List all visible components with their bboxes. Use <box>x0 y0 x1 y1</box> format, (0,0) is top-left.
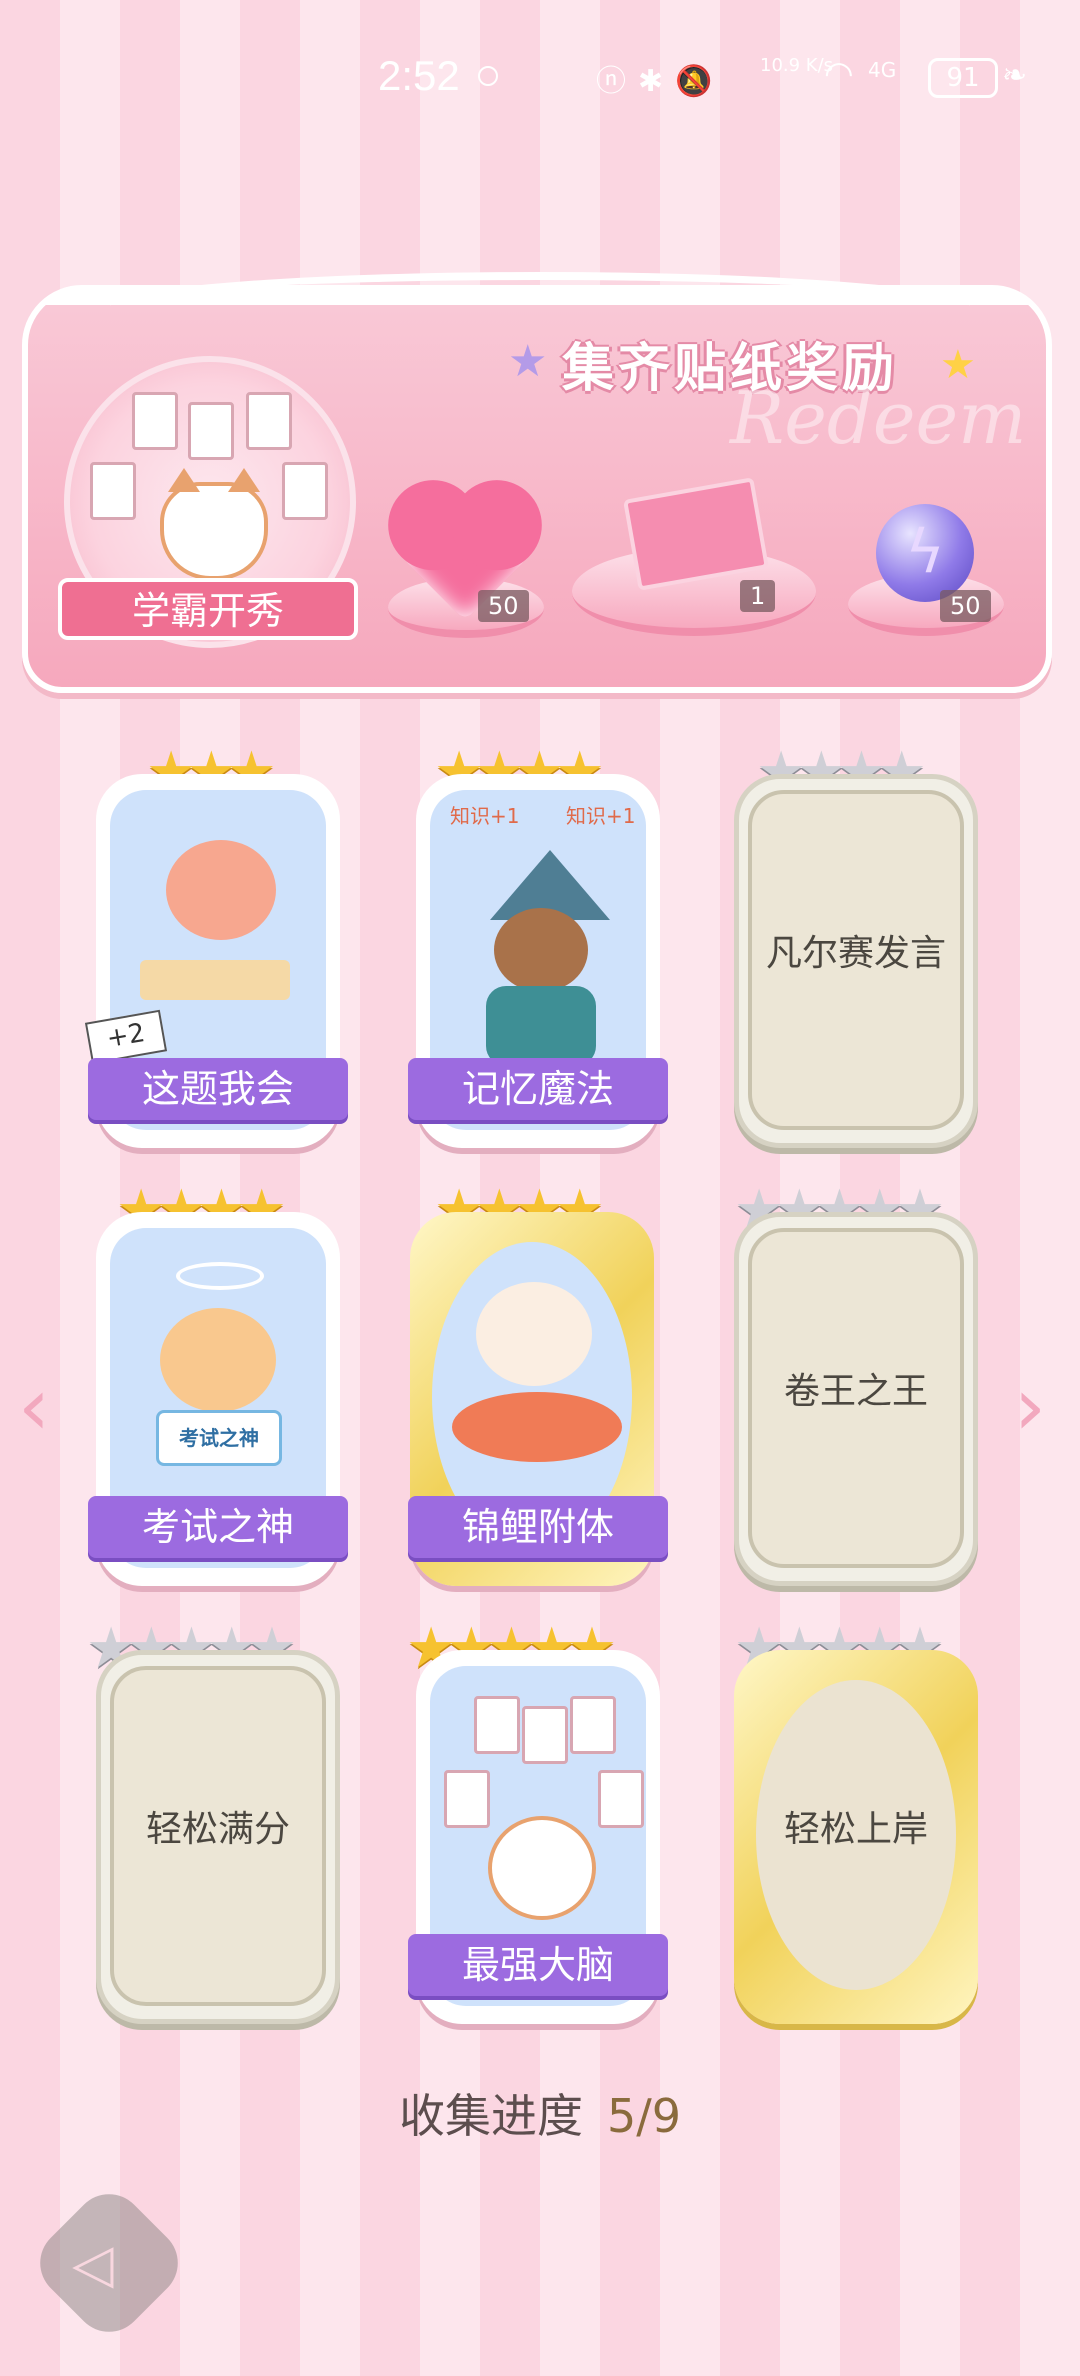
reward-count: 50 <box>478 590 529 622</box>
sticker-name: 凡尔赛发言 <box>765 933 946 974</box>
angel-cat-icon <box>160 1308 276 1412</box>
sticker-name: 记忆魔法 <box>408 1058 668 1120</box>
exam-sign: 考试之神 <box>156 1410 282 1466</box>
sticker-card[interactable]: +2 这题我会 <box>84 774 348 1148</box>
knowledge-tag: 知识+1 <box>566 804 636 828</box>
status-bar: 2:52 ⓝ✱🔕 10.9 K/s ◠ 4G 91 ❧ <box>0 0 1080 150</box>
sticker-card-locked[interactable]: 轻松满分 <box>96 1650 340 2024</box>
sticker-card[interactable]: 知识+1 知识+1 记忆魔法 <box>408 774 668 1148</box>
otter-wizard-icon <box>494 908 588 992</box>
back-arrow-icon: ◁ <box>72 2232 114 2295</box>
paper-icon <box>132 392 178 450</box>
sticker-name: 考试之神 <box>88 1496 348 1558</box>
white-bear-icon <box>476 1282 592 1386</box>
paper-icon <box>282 462 328 520</box>
sticker-card-locked[interactable]: 凡尔赛发言 <box>734 774 978 1148</box>
sticker-card[interactable]: 最强大脑 <box>408 1650 668 2024</box>
prev-page-icon[interactable]: ‹ <box>18 1360 50 1453</box>
desk-icon <box>140 960 290 1000</box>
net-speed: 10.9 K/s <box>760 55 834 76</box>
reward-count: 50 <box>940 590 991 622</box>
purple-star-icon: ★ <box>508 336 548 387</box>
battery-indicator: 91 <box>928 58 998 98</box>
reward-count: 1 <box>740 580 776 612</box>
network-type: 4G <box>868 58 897 82</box>
halo-icon <box>176 1262 264 1290</box>
clock: 2:52 <box>378 52 460 99</box>
paper-icon <box>474 1696 520 1754</box>
progress-label: 收集进度 <box>398 2089 583 2143</box>
sticker-name: 这题我会 <box>88 1058 348 1120</box>
notification-dot-icon <box>478 66 498 86</box>
sticker-name: 最强大脑 <box>408 1934 668 1996</box>
sticker-card-gold[interactable]: 锦鲤附体 <box>408 1212 668 1586</box>
sticker-name: 轻松满分 <box>145 1809 290 1850</box>
sticker-name: 卷王之王 <box>783 1371 928 1412</box>
cat-mascot-icon <box>488 1816 596 1920</box>
paper-icon <box>570 1696 616 1754</box>
paper-icon <box>444 1770 490 1828</box>
sticker-card-locked[interactable]: 卷王之王 <box>734 1212 978 1586</box>
robe-icon <box>486 986 596 1066</box>
wifi-icon: ◠ <box>824 54 854 94</box>
status-icons: ⓝ✱🔕 <box>596 64 725 99</box>
knowledge-tag: 知识+1 <box>450 804 520 828</box>
sticker-card[interactable]: 考试之神 考试之神 <box>88 1212 348 1586</box>
paper-icon <box>522 1706 568 1764</box>
leaf-icon: ❧ <box>1002 58 1028 93</box>
paper-icon <box>188 402 234 460</box>
koi-fish-icon <box>452 1392 622 1462</box>
medal-label: 学霸开秀 <box>58 578 358 640</box>
energy-orb-icon: ϟ <box>876 504 974 602</box>
banner-watermark: Redeem <box>730 376 1027 460</box>
next-page-icon[interactable]: › <box>1014 1360 1046 1453</box>
progress-value: 5/9 <box>606 2089 682 2143</box>
sticker-card-locked[interactable]: 轻松上岸 <box>734 1650 978 2024</box>
paper-icon <box>598 1770 644 1828</box>
paper-icon <box>246 392 292 450</box>
cat-mascot-icon <box>160 468 268 580</box>
paper-icon <box>90 462 136 520</box>
bear-icon <box>166 840 276 940</box>
collection-progress: 收集进度 5/9 <box>0 2080 1080 2146</box>
sticker-name: 锦鲤附体 <box>408 1496 668 1558</box>
sticker-name: 轻松上岸 <box>783 1809 928 1850</box>
